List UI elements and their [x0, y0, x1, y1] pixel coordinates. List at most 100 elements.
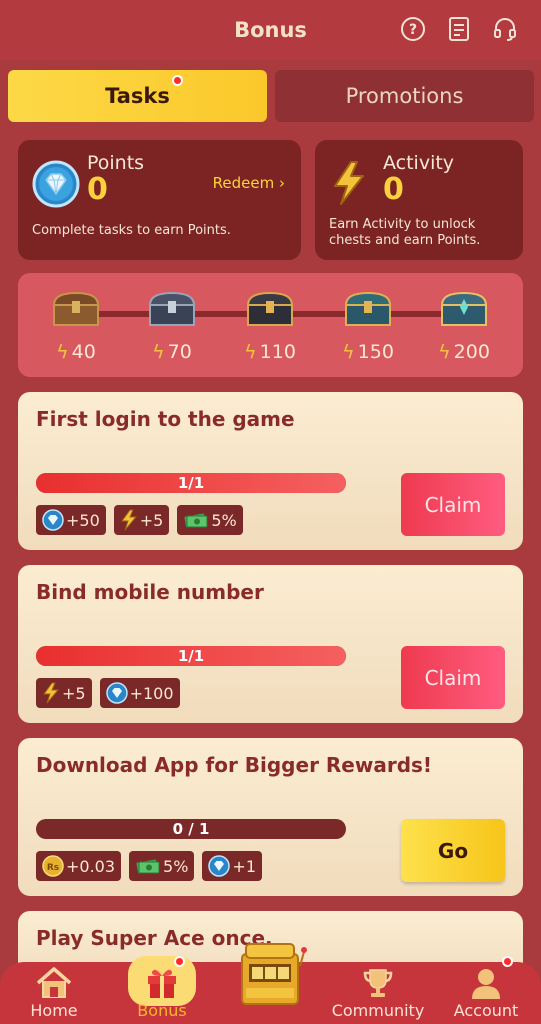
chest-40[interactable]: ϟ 40	[48, 289, 104, 363]
task-card: First login to the game 1/1 +50 +5 5% Cl…	[18, 392, 523, 550]
bolt-icon	[120, 509, 137, 531]
reward-diamond: +100	[99, 678, 180, 708]
chest-level: 150	[357, 341, 394, 363]
cash-icon	[184, 513, 208, 528]
reward-bolt: +5	[36, 678, 92, 708]
chest-progress-bar: ϟ 40 ϟ 70 ϟ 110 ϟ 150 ϟ 200	[18, 273, 523, 377]
points-label: Points	[87, 152, 145, 174]
nav-label: Account	[453, 1001, 519, 1020]
chest-150[interactable]: ϟ 150	[340, 289, 396, 363]
headset-icon[interactable]	[491, 14, 519, 44]
task-progress-text: 1/1	[177, 474, 205, 492]
task-progress-bar: 0 / 1	[36, 819, 346, 839]
chest-icon	[52, 291, 100, 326]
chest-icon	[344, 291, 392, 326]
activity-description-line2: chests and earn Points.	[329, 233, 481, 248]
reward-text: +1	[232, 856, 257, 876]
claim-button[interactable]: Claim	[401, 646, 505, 709]
task-progress-bar: 1/1	[36, 473, 346, 493]
task-progress-bar: 1/1	[36, 646, 346, 666]
slot-machine-icon	[241, 943, 307, 1005]
chevron-right-icon: ›	[279, 174, 285, 192]
bolt-icon: ϟ	[438, 341, 451, 363]
bolt-icon: ϟ	[244, 341, 257, 363]
reward-text: +50	[66, 510, 100, 530]
notification-dot	[172, 75, 183, 86]
home-icon	[36, 967, 72, 998]
reward-cash: 5%	[129, 851, 195, 881]
reward-diamond: +1	[202, 851, 263, 881]
page-title: Bonus	[234, 18, 307, 42]
reward-bolt: +5	[113, 505, 170, 535]
task-rewards: Rs +0.03 5% +1	[36, 851, 263, 881]
bottom-nav: Home Bonus Community Account	[0, 943, 541, 1024]
chest-icon	[148, 291, 196, 326]
points-card: Points 0 Redeem › Complete tasks to earn…	[18, 140, 301, 260]
task-rewards: +5 +100	[36, 678, 180, 708]
notification-dot	[502, 956, 513, 967]
nav-label: Bonus	[137, 1001, 187, 1020]
svg-text:?: ?	[409, 22, 417, 38]
task-title: Bind mobile number	[36, 580, 264, 604]
trophy-icon	[363, 969, 393, 997]
top-header: Bonus ?	[0, 0, 541, 60]
chest-level: 110	[259, 341, 296, 363]
nav-label: Home	[30, 1001, 78, 1020]
tab-tasks-label: Tasks	[105, 84, 170, 108]
bolt-icon: ϟ	[152, 341, 165, 363]
cash-icon	[136, 859, 160, 874]
activity-description: Earn Activity to unlock chests and earn …	[329, 217, 480, 249]
reward-text: +5	[62, 683, 86, 703]
chest-110[interactable]: ϟ 110	[242, 289, 298, 363]
reward-text: +0.03	[66, 856, 116, 876]
redeem-label: Redeem	[212, 174, 275, 192]
activity-card: Activity 0 Earn Activity to unlock chest…	[315, 140, 523, 260]
chest-200[interactable]: ϟ 200	[436, 289, 492, 363]
activity-description-line1: Earn Activity to unlock	[329, 217, 476, 232]
task-title: Download App for Bigger Rewards!	[36, 753, 433, 777]
activity-label: Activity	[383, 152, 455, 174]
chest-level: 40	[71, 341, 96, 363]
reward-text: 5%	[211, 510, 237, 530]
diamond-icon	[42, 509, 64, 531]
bolt-icon: ϟ	[56, 341, 69, 363]
activity-value: 0	[383, 172, 404, 207]
chest-level: 200	[453, 341, 490, 363]
reward-text: +5	[139, 510, 164, 530]
nav-bonus[interactable]: Bonus	[112, 956, 212, 1024]
diamond-icon	[32, 160, 80, 212]
document-icon[interactable]	[445, 14, 473, 44]
bolt-icon: ϟ	[342, 341, 355, 363]
nav-slot-machine[interactable]	[220, 943, 320, 1024]
tab-bar: Tasks Promotions	[8, 70, 534, 122]
tab-promotions[interactable]: Promotions	[275, 70, 534, 122]
reward-cash: 5%	[177, 505, 243, 535]
gift-icon	[148, 969, 176, 998]
task-card: Download App for Bigger Rewards! 0 / 1 R…	[18, 738, 523, 896]
reward-text: 5%	[163, 856, 189, 876]
task-title: First login to the game	[36, 407, 295, 431]
tab-tasks[interactable]: Tasks	[8, 70, 267, 122]
chest-icon	[246, 291, 294, 326]
chest-70[interactable]: ϟ 70	[144, 289, 200, 363]
bolt-icon	[331, 160, 367, 210]
notification-dot	[174, 956, 185, 967]
redeem-link[interactable]: Redeem ›	[213, 174, 285, 192]
rupee-coin-icon: Rs	[42, 855, 64, 877]
go-button[interactable]: Go	[401, 819, 505, 882]
task-rewards: +50 +5 5%	[36, 505, 243, 535]
nav-community[interactable]: Community	[328, 962, 428, 1024]
diamond-icon	[105, 682, 128, 704]
user-icon	[472, 969, 500, 999]
nav-label: Community	[331, 1001, 425, 1020]
reward-diamond: +50	[36, 505, 106, 535]
points-value: 0	[87, 172, 108, 207]
reward-text: +100	[129, 683, 174, 703]
svg-text:Rs: Rs	[47, 863, 59, 873]
bolt-icon	[43, 682, 60, 704]
nav-account[interactable]: Account	[436, 956, 536, 1024]
reward-rupee: Rs +0.03	[36, 851, 122, 881]
help-icon[interactable]: ?	[399, 14, 427, 44]
claim-button[interactable]: Claim	[401, 473, 505, 536]
nav-home[interactable]: Home	[4, 962, 104, 1024]
